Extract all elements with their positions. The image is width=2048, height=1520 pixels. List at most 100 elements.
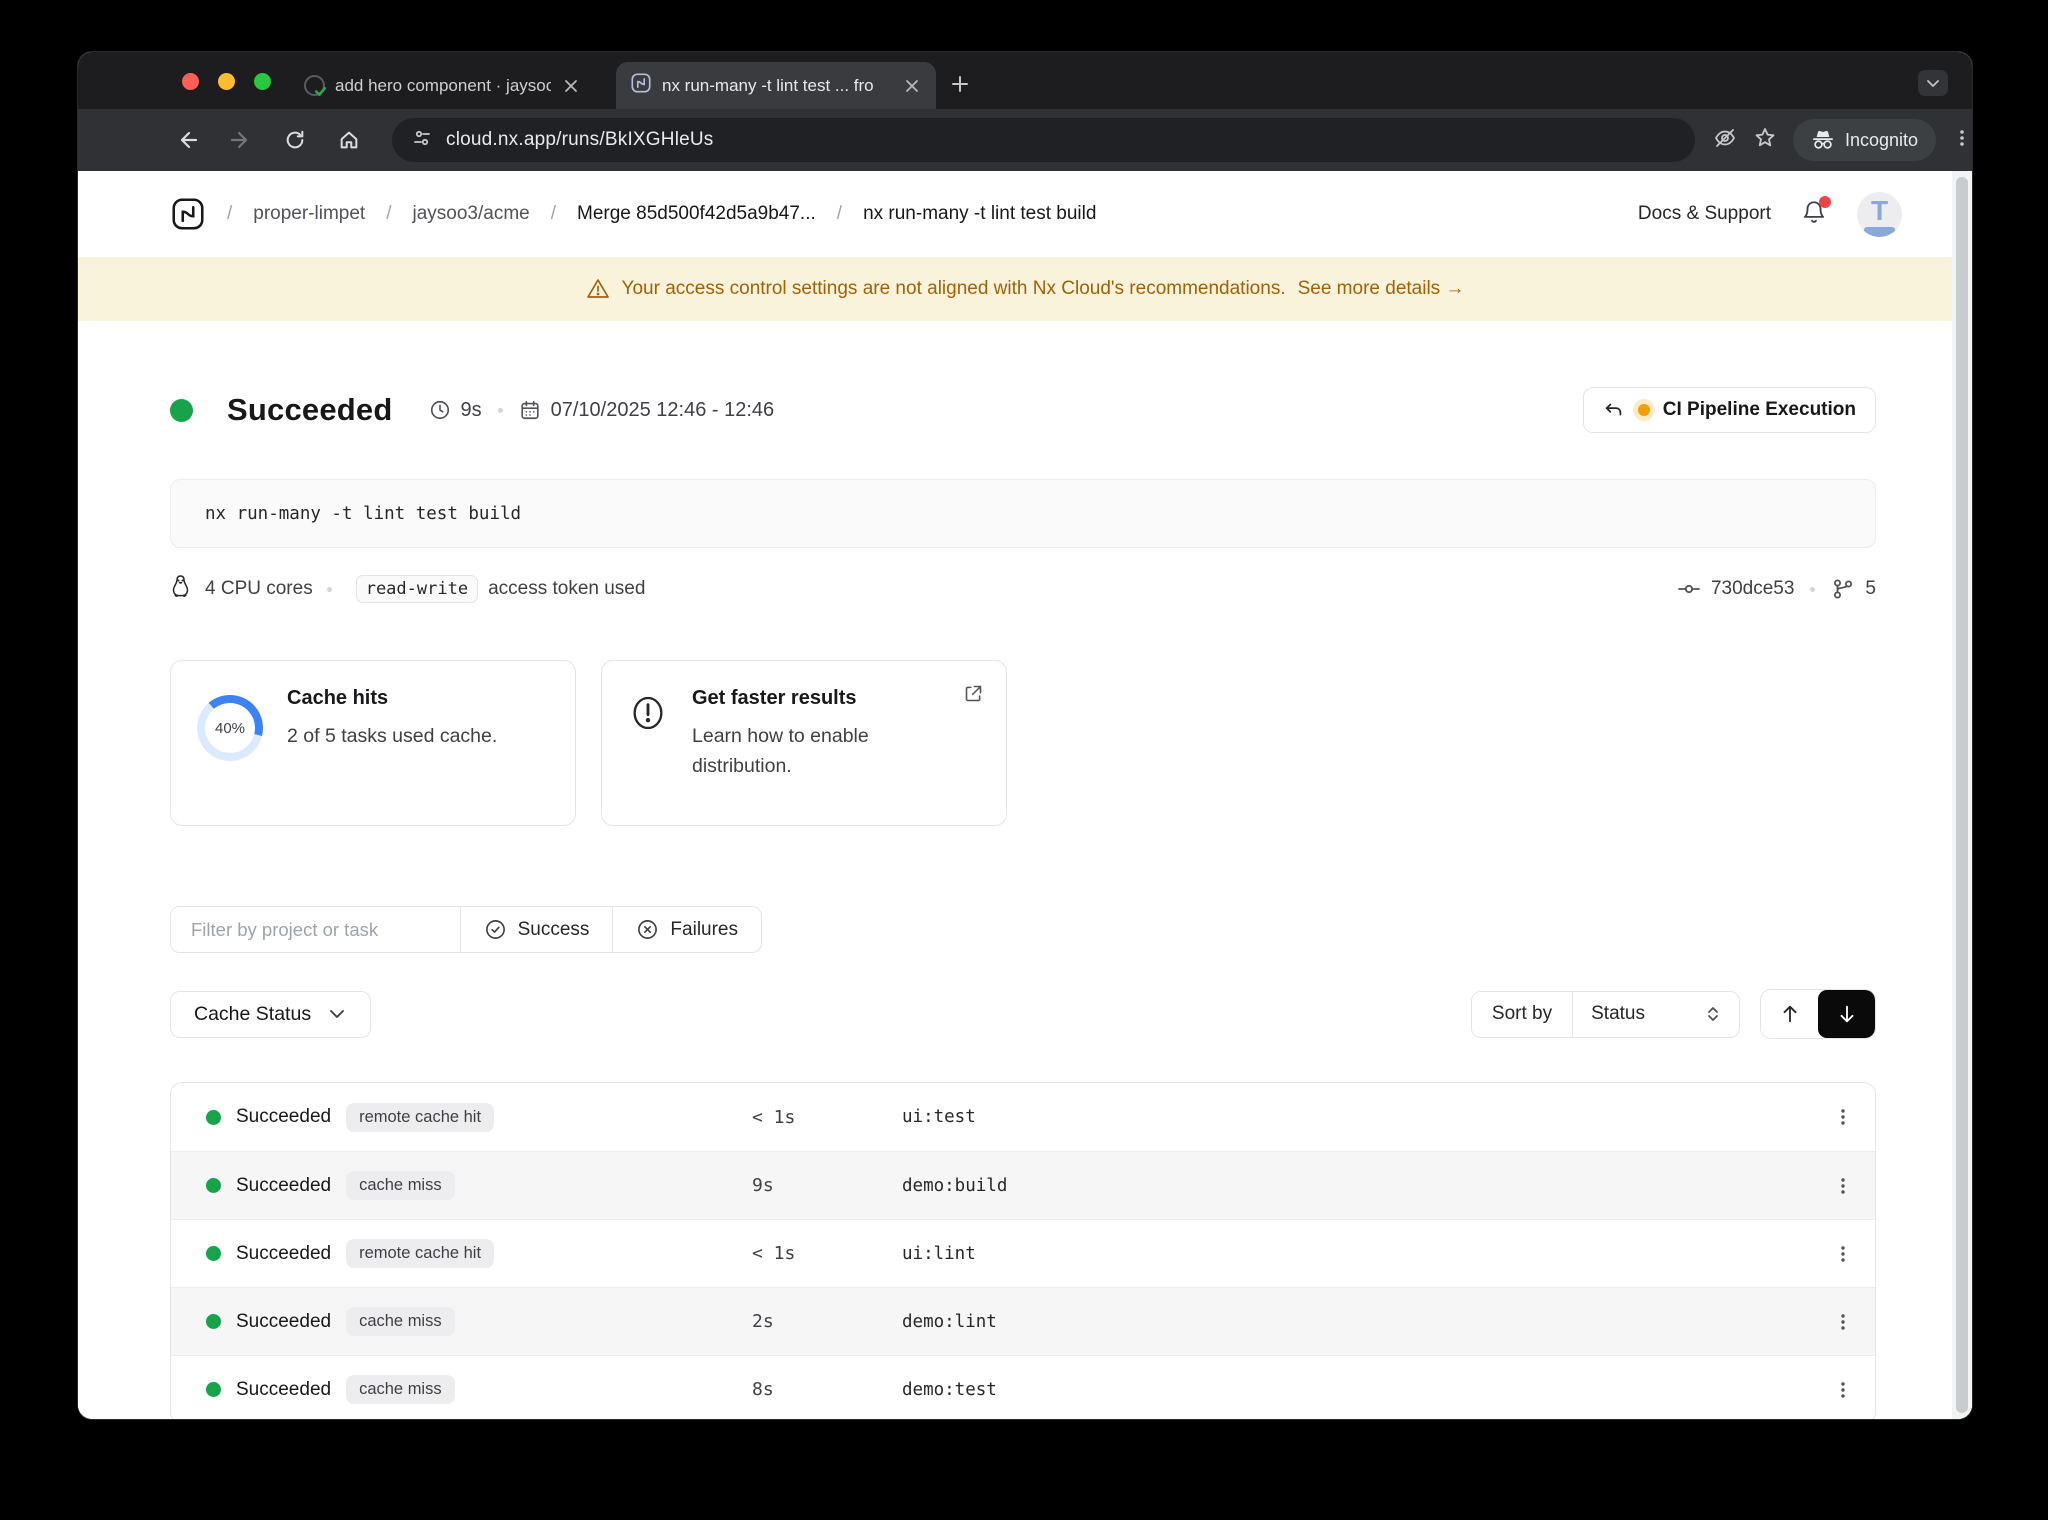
breadcrumb-repo[interactable]: jaysoo3/acme xyxy=(413,203,530,225)
sort-ascending-button[interactable] xyxy=(1761,990,1818,1038)
faster-results-card[interactable]: Get faster results Learn how to enable d… xyxy=(601,660,1007,826)
task-filter-input[interactable] xyxy=(171,907,460,952)
banner-link[interactable]: See more details → xyxy=(1298,278,1465,300)
new-tab-button[interactable] xyxy=(950,74,970,99)
home-button[interactable] xyxy=(328,119,370,161)
table-row[interactable]: Succeeded remote cache hit < 1s ui:lint xyxy=(171,1219,1875,1287)
avatar-letter: T xyxy=(1870,195,1889,226)
bookmark-star-icon[interactable] xyxy=(1753,126,1777,155)
tab-strip: add hero component · jaysoo nx run-many … xyxy=(78,52,1972,109)
access-control-banner: Your access control settings are not ali… xyxy=(78,257,1972,321)
table-row[interactable]: Succeeded cache miss 2s demo:lint xyxy=(171,1287,1875,1355)
site-settings-icon[interactable] xyxy=(412,128,432,153)
tab-title: add hero component · jaysoo xyxy=(335,75,551,95)
cache-status-badge: remote cache hit xyxy=(346,1102,495,1132)
cache-status-dropdown[interactable]: Cache Status xyxy=(170,990,372,1038)
table-row[interactable]: Succeeded cache miss 9s demo:build xyxy=(171,1151,1875,1219)
docs-support-link[interactable]: Docs & Support xyxy=(1638,203,1771,225)
github-check-icon xyxy=(304,75,327,97)
breadcrumb-commit[interactable]: Merge 85d500f42d5a9b47... xyxy=(577,203,816,225)
commit-sha[interactable]: 730dce53 xyxy=(1711,578,1794,600)
incognito-icon xyxy=(1812,130,1833,149)
forward-button[interactable] xyxy=(220,119,262,161)
cache-status-badge: remote cache hit xyxy=(346,1239,495,1268)
row-menu-icon[interactable] xyxy=(1811,1107,1875,1127)
task-duration: 2s xyxy=(752,1311,774,1332)
tab-nx-run[interactable]: nx run-many -t lint test ... fro xyxy=(616,62,936,109)
task-name[interactable]: ui:test xyxy=(902,1107,1811,1127)
row-menu-icon[interactable] xyxy=(1811,1176,1875,1196)
url-bar[interactable]: cloud.nx.app/runs/BkIXGHleUs xyxy=(392,118,1695,162)
run-status: Succeeded xyxy=(227,392,393,427)
external-link-icon[interactable] xyxy=(963,683,984,709)
browser-toolbar: cloud.nx.app/runs/BkIXGHleUs Incognito xyxy=(78,109,1972,171)
cache-status-badge: cache miss xyxy=(346,1171,455,1200)
run-duration: 9s xyxy=(460,398,482,421)
app-header: / proper-limpet / jaysoo3/acme / Merge 8… xyxy=(78,171,1972,257)
filter-failures-button[interactable]: Failures xyxy=(612,907,761,952)
cache-hits-title: Cache hits xyxy=(287,687,389,709)
minimize-window-button[interactable] xyxy=(218,73,235,90)
nx-favicon-icon xyxy=(630,72,652,99)
cache-hits-card: 40% Cache hits 2 of 5 tasks used cache. xyxy=(170,660,576,826)
tab-title: nx run-many -t lint test ... fro xyxy=(662,75,874,95)
sort-descending-button[interactable] xyxy=(1818,990,1875,1038)
scrollbar-thumb[interactable] xyxy=(1956,177,1968,1413)
status-dot xyxy=(206,1314,221,1329)
browser-menu-icon[interactable] xyxy=(1952,128,1972,153)
task-name[interactable]: demo:test xyxy=(902,1380,1811,1400)
cache-hit-ring: 40% xyxy=(197,695,263,761)
clock-icon xyxy=(429,399,451,421)
task-table: Succeeded remote cache hit < 1s ui:test S… xyxy=(170,1082,1876,1419)
browser-window: add hero component · jaysoo nx run-many … xyxy=(78,52,1972,1419)
table-row[interactable]: Succeeded remote cache hit < 1s ui:test xyxy=(171,1083,1875,1151)
cache-status-badge: cache miss xyxy=(346,1307,455,1336)
task-name[interactable]: demo:build xyxy=(902,1176,1811,1196)
commit-icon xyxy=(1677,577,1701,601)
row-menu-icon[interactable] xyxy=(1811,1380,1875,1400)
table-row[interactable]: Succeeded cache miss 8s demo:test xyxy=(171,1355,1875,1419)
cpu-cores: 4 CPU cores xyxy=(205,578,313,599)
tab-search-button[interactable] xyxy=(1918,70,1948,96)
eye-off-icon[interactable] xyxy=(1713,126,1737,155)
nx-logo-icon[interactable] xyxy=(170,196,206,232)
cache-hits-subtitle: 2 of 5 tasks used cache. xyxy=(287,725,498,747)
command-text: nx run-many -t lint test build xyxy=(205,503,522,524)
task-duration: < 1s xyxy=(752,1243,796,1264)
back-button[interactable] xyxy=(166,119,208,161)
close-window-button[interactable] xyxy=(182,73,199,90)
linux-icon xyxy=(170,574,191,604)
tab-github-pr[interactable]: add hero component · jaysoo xyxy=(290,62,595,109)
sort-group: Sort by Status xyxy=(1470,990,1740,1038)
cache-status-badge: cache miss xyxy=(346,1375,455,1404)
warning-icon xyxy=(586,279,609,298)
sort-direction-group xyxy=(1760,989,1876,1039)
tab-close-icon[interactable] xyxy=(902,76,922,96)
cache-hit-percent: 40% xyxy=(214,719,246,737)
notifications-bell-icon[interactable] xyxy=(1801,195,1831,230)
breadcrumb-workspace[interactable]: proper-limpet xyxy=(253,203,365,225)
branch-run-count[interactable]: 5 xyxy=(1865,578,1876,600)
tab-close-icon[interactable] xyxy=(561,76,581,96)
access-token-suffix: access token used xyxy=(488,578,646,599)
incognito-badge: Incognito xyxy=(1792,119,1936,161)
faster-results-title: Get faster results xyxy=(692,687,857,709)
row-menu-icon[interactable] xyxy=(1811,1244,1875,1264)
breadcrumb: / proper-limpet / jaysoo3/acme / Merge 8… xyxy=(170,196,1638,232)
breadcrumb-run[interactable]: nx run-many -t lint test build xyxy=(863,203,1096,225)
sort-by-label: Sort by xyxy=(1472,991,1574,1037)
undo-icon xyxy=(1605,403,1622,416)
task-name[interactable]: ui:lint xyxy=(902,1244,1811,1264)
task-name[interactable]: demo:lint xyxy=(902,1312,1811,1332)
status-dot xyxy=(206,1246,221,1261)
zoom-window-button[interactable] xyxy=(254,73,271,90)
incognito-label: Incognito xyxy=(1844,129,1918,150)
row-menu-icon[interactable] xyxy=(1811,1312,1875,1332)
avatar[interactable]: T xyxy=(1857,191,1902,237)
run-detail-page: Succeeded 9s 07/10/2025 12:46 - 12:46 CI… xyxy=(78,387,1972,1419)
reload-button[interactable] xyxy=(274,119,316,161)
filter-success-button[interactable]: Success xyxy=(459,907,613,952)
ci-pipeline-execution-button[interactable]: CI Pipeline Execution xyxy=(1582,387,1876,433)
scrollbar[interactable] xyxy=(1952,171,1972,1419)
sort-select[interactable]: Status xyxy=(1573,992,1739,1037)
